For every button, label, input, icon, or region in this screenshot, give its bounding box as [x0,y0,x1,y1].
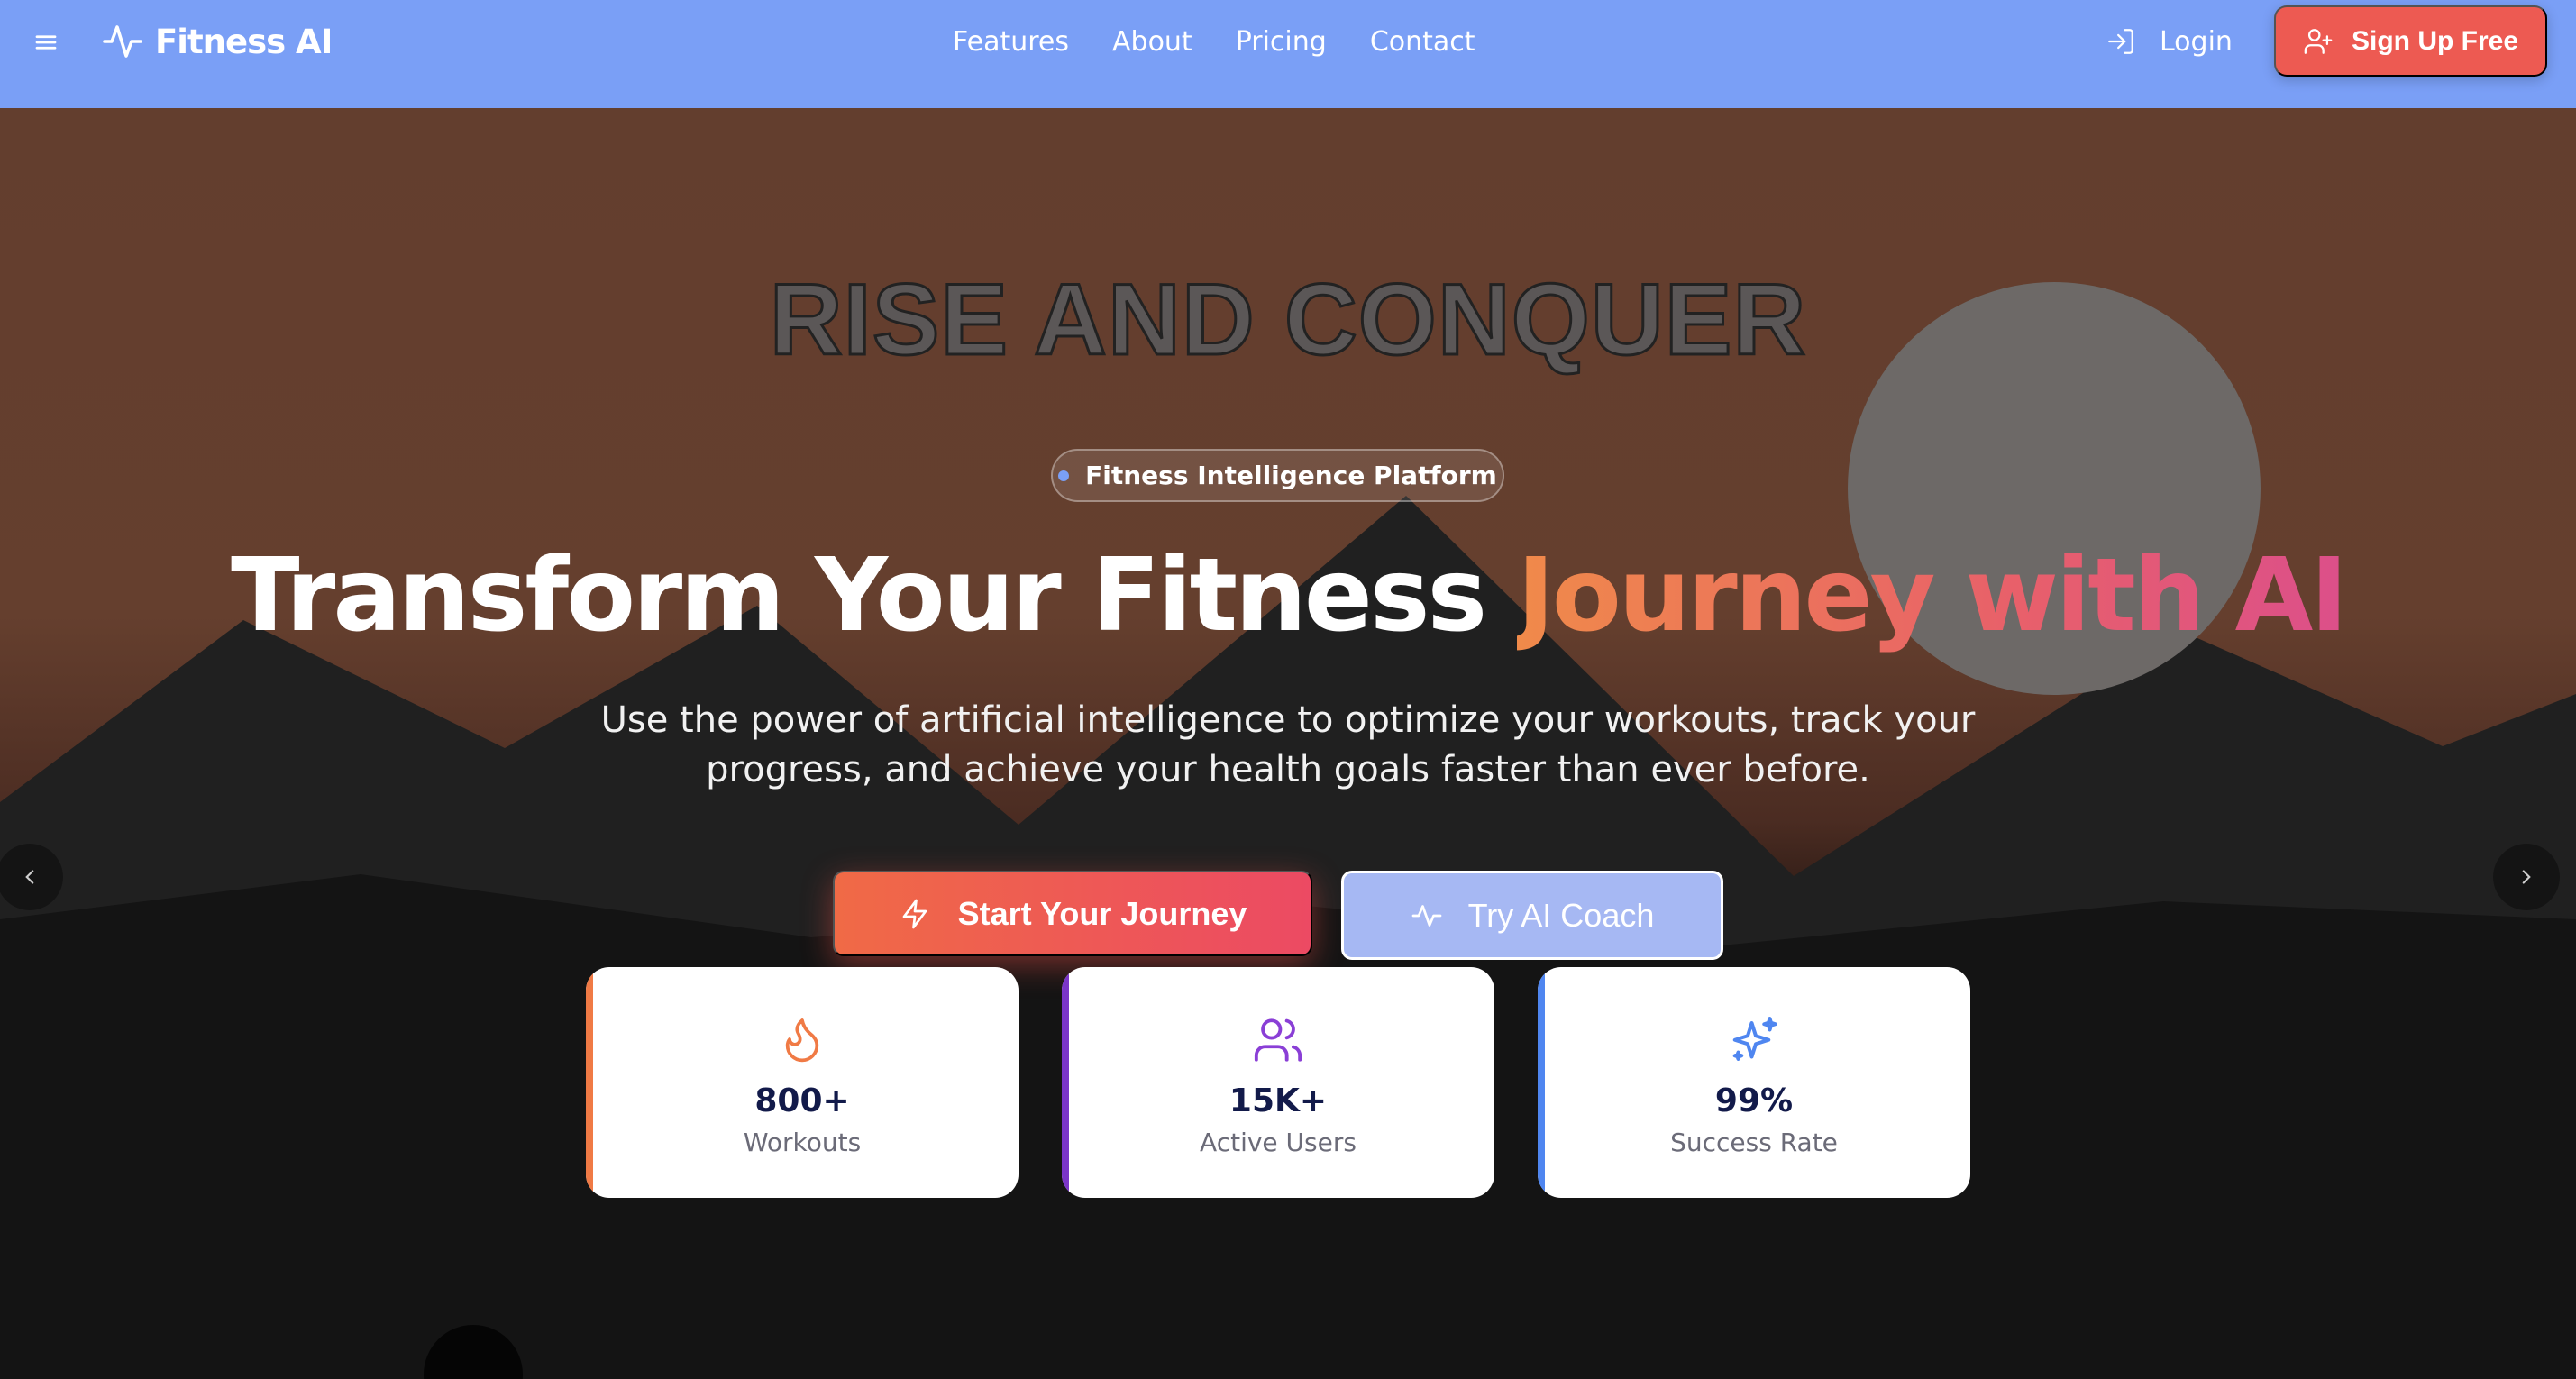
start-journey-button[interactable]: Start Your Journey [833,871,1312,956]
stat-card-success-rate: 99% Success Rate [1538,967,1970,1198]
users-icon [1254,1018,1302,1062]
top-navbar: Fitness AI Features About Pricing Contac… [0,0,2576,108]
try-ai-coach-label: Try AI Coach [1467,896,1655,934]
stat-label: Success Rate [1670,1128,1838,1157]
headline-accent: Journey with AI [1517,537,2348,654]
try-ai-coach-button[interactable]: Try AI Coach [1341,871,1723,960]
brand-logo[interactable]: Fitness AI [101,18,333,65]
badge-label: Fitness Intelligence Platform [1085,461,1497,490]
stat-card-active-users: 15K+ Active Users [1062,967,1494,1198]
hero-section: RISE AND CONQUER Fitness Intelligence Pl… [0,108,2576,1379]
stat-value: 800+ [754,1082,850,1119]
platform-badge: Fitness Intelligence Platform [1051,449,1504,502]
nav-link-about[interactable]: About [1112,26,1192,58]
start-journey-label: Start Your Journey [957,894,1247,932]
headline-primary: Transform Your Fitness [231,537,1518,654]
stat-label: Active Users [1200,1128,1357,1157]
chevron-right-icon [2522,870,2531,884]
login-label: Login [2160,25,2233,58]
stat-value: 15K+ [1229,1082,1328,1119]
hero-subtitle: Use the power of artificial intelligence… [600,699,1976,790]
hero-headline: Transform Your Fitness Journey with AI [0,537,2576,654]
sign-up-label: Sign Up Free [2351,25,2519,56]
banner-title: RISE AND CONQUER [768,262,1807,378]
chevron-left-icon [25,870,34,884]
hamburger-menu-icon[interactable] [32,29,59,56]
lightning-icon [902,899,927,928]
pulse-icon [1411,904,1441,927]
stat-value: 99% [1714,1082,1794,1119]
stat-card-workouts: 800+ Workouts [586,967,1019,1198]
brand-name: Fitness AI [155,22,333,61]
login-link[interactable]: Login [2106,22,2233,61]
flame-icon [785,1018,819,1063]
login-arrow-icon [2108,29,2133,54]
sparkle-icon [1732,1017,1777,1061]
pulse-icon [103,25,142,58]
main-nav: Features About Pricing Contact [953,22,1475,61]
carousel-next-button[interactable] [2493,844,2560,910]
user-plus-icon [2304,28,2333,54]
nav-link-contact[interactable]: Contact [1370,26,1475,58]
stat-label: Workouts [743,1128,862,1157]
nav-link-features[interactable]: Features [953,26,1069,58]
badge-dot [1058,470,1070,481]
nav-link-pricing[interactable]: Pricing [1236,26,1327,58]
sign-up-button[interactable]: Sign Up Free [2274,5,2547,77]
